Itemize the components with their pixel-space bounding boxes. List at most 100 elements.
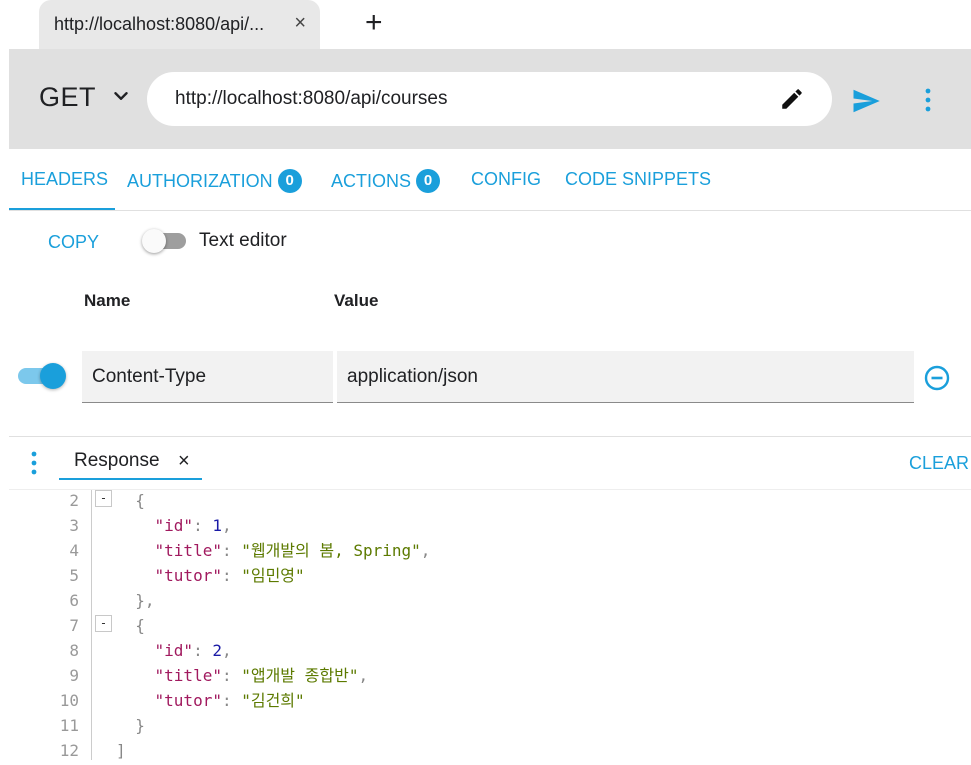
code-text: { xyxy=(116,613,145,638)
code-line: 10 "tutor": "김건희" xyxy=(9,688,971,713)
line-number: 10 xyxy=(59,691,79,710)
json-token: }, xyxy=(116,591,155,610)
close-tab-icon[interactable]: × xyxy=(294,12,306,35)
toggle-thumb xyxy=(40,363,66,389)
json-token: , xyxy=(358,666,369,685)
tab-authorization-label: AUTHORIZATION xyxy=(127,170,273,191)
json-token: : xyxy=(221,666,242,685)
tab-strip: http://localhost:8080/api/... × + xyxy=(9,0,971,49)
json-token: { xyxy=(116,491,145,510)
json-token: , xyxy=(420,541,431,560)
tab-headers[interactable]: HEADERS xyxy=(21,169,108,190)
code-line: 3 "id": 1, xyxy=(9,513,971,538)
line-number: 7 xyxy=(69,616,79,635)
json-token: "김건희" xyxy=(241,691,305,710)
text-editor-label: Text editor xyxy=(199,230,287,251)
line-number: 11 xyxy=(59,716,79,735)
fold-toggle-icon[interactable]: - xyxy=(95,615,112,632)
line-number: 5 xyxy=(69,566,79,585)
header-enabled-toggle[interactable] xyxy=(18,363,66,389)
code-line: 4 "title": "웹개발의 봄, Spring", xyxy=(9,538,971,563)
url-input[interactable]: http://localhost:8080/api/courses xyxy=(147,72,832,126)
clear-response-button[interactable]: CLEAR xyxy=(909,453,969,474)
json-token: "임민영" xyxy=(241,566,305,585)
code-text: "title": "앱개발 종합반", xyxy=(116,663,369,688)
code-line: 2- { xyxy=(9,488,971,513)
close-response-icon[interactable]: × xyxy=(178,450,190,473)
response-tab-label: Response xyxy=(74,450,160,471)
authorization-count-badge: 0 xyxy=(277,169,302,193)
tab-actions[interactable]: ACTIONS 0 xyxy=(331,169,441,193)
request-tab[interactable]: http://localhost:8080/api/... × xyxy=(39,0,320,49)
code-line: 12] xyxy=(9,738,971,763)
request-section-tabs: HEADERS AUTHORIZATION 0 ACTIONS 0 CONFIG… xyxy=(9,149,971,211)
json-token: "title" xyxy=(116,541,222,560)
text-editor-toggle[interactable] xyxy=(142,229,188,253)
code-line: 5 "tutor": "임민영" xyxy=(9,563,971,588)
response-body-editor[interactable]: 2- {3 "id": 1, 4 "title": "웹개발의 봄, Spring… xyxy=(9,490,971,765)
json-token: { xyxy=(116,616,145,635)
response-tab[interactable]: Response × xyxy=(59,440,202,480)
json-token: "tutor" xyxy=(116,691,222,710)
code-text: "id": 1, xyxy=(116,513,232,538)
toggle-thumb xyxy=(142,229,166,253)
code-line: 9 "title": "앱개발 종합반", xyxy=(9,663,971,688)
line-number: 9 xyxy=(69,666,79,685)
tab-code-snippets[interactable]: CODE SNIPPETS xyxy=(565,169,711,190)
code-text: } xyxy=(116,713,145,738)
code-text: "title": "웹개발의 봄, Spring", xyxy=(116,538,431,563)
fold-toggle-icon[interactable]: - xyxy=(95,490,112,507)
response-divider xyxy=(9,436,971,437)
header-value-field[interactable]: application/json xyxy=(337,351,914,403)
pencil-icon[interactable] xyxy=(779,86,805,112)
json-token: "웹개발의 봄, Spring" xyxy=(241,541,421,560)
more-vert-icon[interactable] xyxy=(921,87,935,113)
copy-headers-button[interactable]: COPY xyxy=(48,232,99,253)
more-vert-icon[interactable] xyxy=(28,450,40,476)
json-token: ] xyxy=(116,741,126,760)
json-token: 1 xyxy=(212,516,222,535)
tab-authorization[interactable]: AUTHORIZATION 0 xyxy=(127,169,302,193)
code-text: ] xyxy=(116,738,126,763)
line-number: 8 xyxy=(69,641,79,660)
line-number: 6 xyxy=(69,591,79,610)
json-token: : xyxy=(221,541,242,560)
code-line: 8 "id": 2, xyxy=(9,638,971,663)
json-token: "title" xyxy=(116,666,222,685)
line-number: 4 xyxy=(69,541,79,560)
actions-count-badge: 0 xyxy=(416,169,441,193)
line-number: 2 xyxy=(69,491,79,510)
code-text: { xyxy=(116,488,145,513)
http-method-select[interactable]: GET xyxy=(39,82,96,113)
send-icon[interactable] xyxy=(851,86,881,116)
url-text[interactable]: http://localhost:8080/api/courses xyxy=(175,88,448,110)
tab-headers-label: HEADERS xyxy=(21,169,109,189)
tab-config[interactable]: CONFIG xyxy=(471,169,541,190)
json-token: , xyxy=(221,641,232,660)
header-name-field[interactable]: Content-Type xyxy=(82,351,333,403)
remove-circle-icon[interactable] xyxy=(923,364,951,392)
request-bar: GET http://localhost:8080/api/courses xyxy=(9,49,971,149)
code-text: "id": 2, xyxy=(116,638,232,663)
json-token: : xyxy=(221,566,242,585)
chevron-down-icon[interactable] xyxy=(110,85,132,107)
code-line: 6 }, xyxy=(9,588,971,613)
name-column-header: Name xyxy=(84,291,131,310)
tab-code-snippets-label: CODE SNIPPETS xyxy=(565,169,712,189)
json-token: } xyxy=(116,716,145,735)
json-token: : xyxy=(193,641,213,660)
json-token: "tutor" xyxy=(116,566,222,585)
json-token: "id" xyxy=(116,641,194,660)
tab-actions-label: ACTIONS xyxy=(331,170,412,191)
value-column-header: Value xyxy=(334,291,379,310)
code-text: "tutor": "임민영" xyxy=(116,563,305,588)
active-tab-indicator xyxy=(9,208,115,210)
json-token: 2 xyxy=(212,641,222,660)
code-line: 7- { xyxy=(9,613,971,638)
request-tab-title: http://localhost:8080/api/... xyxy=(54,14,265,34)
json-token: "앱개발 종합반" xyxy=(241,666,359,685)
json-token: "id" xyxy=(116,516,194,535)
json-token: : xyxy=(193,516,213,535)
new-tab-button[interactable]: + xyxy=(365,8,383,38)
code-line: 11 } xyxy=(9,713,971,738)
